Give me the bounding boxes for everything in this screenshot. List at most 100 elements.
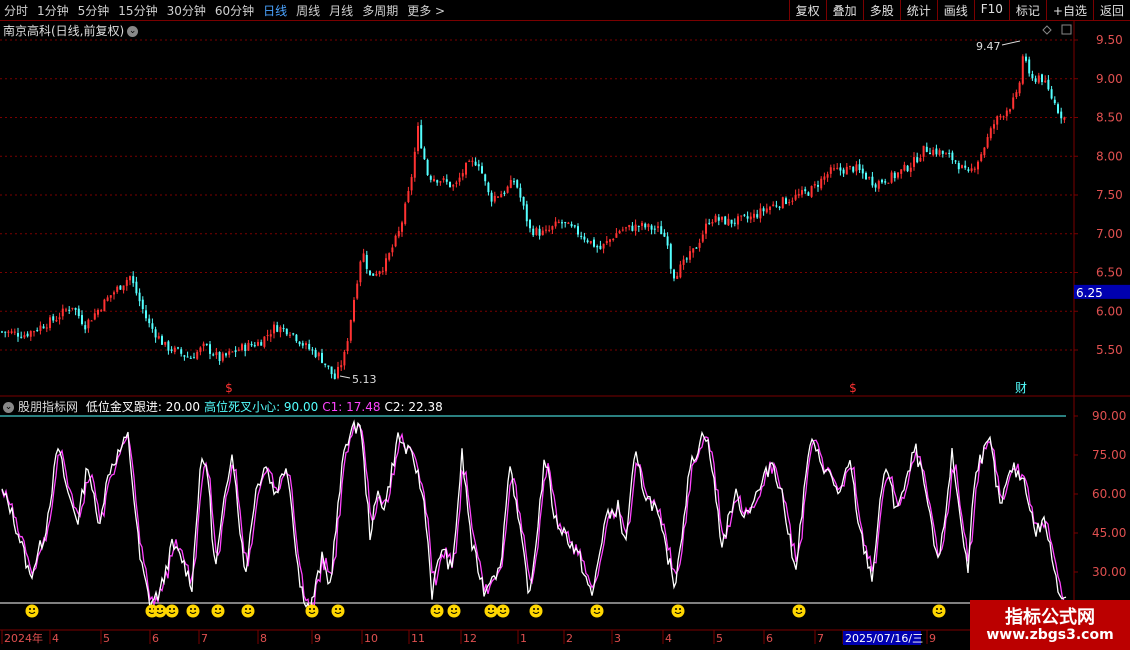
price-label: 8.50 [1096, 111, 1123, 125]
candle-body [369, 270, 371, 275]
candle-body [346, 341, 349, 352]
candle-body [148, 318, 151, 324]
candle-body [599, 245, 602, 250]
candle-body [186, 356, 189, 358]
candle-body [580, 235, 583, 237]
price-label: 5.50 [1096, 343, 1123, 357]
candle-body [7, 331, 10, 333]
candle-body [77, 308, 80, 316]
candle-body [410, 177, 413, 191]
price-label: 6.00 [1096, 304, 1123, 318]
candle-body [119, 285, 122, 290]
chart-canvas[interactable]: 9.50 9.00 8.50 8.00 7.50 7.00 6.50 6.00 5.50 6.25… [0, 0, 1130, 650]
candle-body [145, 310, 147, 319]
candle-body [967, 169, 970, 171]
candle-body [426, 159, 429, 176]
indicator-name[interactable]: 股朋指标网 [18, 400, 78, 414]
candle-body [881, 179, 883, 183]
candle-body [455, 182, 458, 184]
indicator-header: ⌄ 股朋指标网 低位金叉跟进: 20.00 高位死叉小心: 90.00 C1: 17.… [3, 398, 443, 415]
candle-body [983, 147, 986, 156]
candle-body [861, 168, 864, 174]
candle-body [439, 181, 442, 183]
candle-body [484, 174, 487, 182]
candle-body [87, 319, 90, 329]
indicator-axis-label: 60.00 [1092, 487, 1126, 501]
candle-body [378, 271, 381, 275]
candle-body [180, 349, 183, 354]
candle-body [1050, 89, 1053, 99]
candle-body [295, 334, 298, 342]
candle-body [676, 275, 679, 279]
candle-body [589, 241, 592, 244]
candle-body [833, 168, 835, 170]
candle-body [129, 276, 131, 281]
indicator-axis-label: 90.00 [1092, 409, 1126, 423]
candle-body [631, 225, 634, 231]
candle-body [340, 365, 343, 368]
candle-body [36, 330, 39, 332]
candle-body [151, 323, 154, 329]
candle-body [772, 204, 775, 207]
layout-icon [1061, 24, 1072, 35]
candle-body [679, 264, 682, 278]
candle-body [205, 343, 208, 345]
candle-body [314, 350, 317, 357]
candle-body [823, 176, 826, 180]
signal-smiley-icon [211, 604, 225, 618]
candle-body [327, 365, 330, 367]
candle-body [125, 280, 128, 286]
candle-body [877, 181, 880, 189]
candle-body [103, 299, 106, 312]
candle-body [1002, 116, 1005, 118]
candle-body [167, 341, 170, 351]
candle-body [525, 204, 528, 222]
candle-body [481, 166, 483, 174]
candle-body [612, 239, 615, 241]
signal-smiley-icon [496, 604, 510, 618]
candle-body [317, 352, 320, 357]
signal-smiley-icon [447, 604, 461, 618]
candle-body [253, 345, 256, 347]
candle-body [893, 172, 896, 179]
candle-body [807, 192, 810, 196]
candle-body [551, 226, 554, 230]
candle-body [330, 366, 333, 375]
price-label: 6.50 [1096, 266, 1123, 280]
candle-body [586, 240, 589, 243]
candle-body [285, 328, 288, 335]
candle-body [298, 341, 301, 345]
candle-body [65, 309, 67, 311]
candle-body [84, 325, 87, 330]
candle-body [1060, 111, 1063, 119]
candle-body [714, 215, 717, 223]
time-label: 6 [766, 632, 773, 645]
price-label: 9.00 [1096, 72, 1123, 86]
candle-body [276, 325, 279, 332]
candle-body [628, 225, 631, 228]
candle-body [954, 160, 957, 162]
candle-body [279, 326, 282, 333]
candle-body [759, 208, 762, 219]
candle-body [634, 224, 637, 231]
candle-body [743, 214, 746, 216]
candle-body [71, 307, 74, 309]
candle-body [903, 164, 906, 171]
candle-body [973, 168, 976, 170]
candle-body [506, 186, 509, 193]
candle-body [721, 216, 723, 220]
candle-body [567, 222, 570, 224]
candle-body [852, 166, 855, 172]
candle-body [301, 343, 304, 346]
settings-icon[interactable]: ⌄ [3, 402, 14, 413]
candle-body [941, 150, 944, 154]
watermark-url: www.zbgs3.com [986, 627, 1114, 643]
candle-body [762, 208, 765, 212]
candle-body [113, 292, 115, 295]
candle-body [10, 331, 13, 333]
candle-body [701, 234, 704, 242]
candle-body [577, 226, 579, 235]
time-label: 4 [665, 632, 672, 645]
candle-body [977, 161, 979, 170]
candle-body [199, 347, 202, 352]
